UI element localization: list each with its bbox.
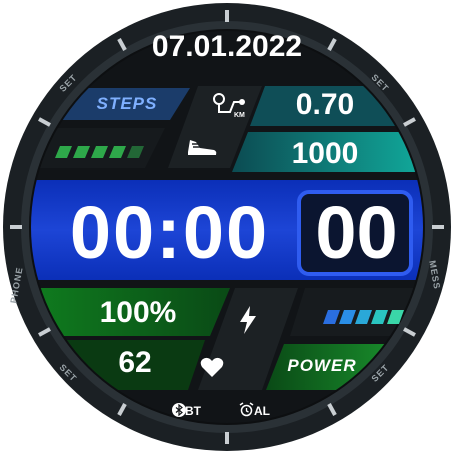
bluetooth-icon [172, 403, 186, 417]
battery-percent: 100% [99, 296, 177, 329]
alarm-icon [239, 402, 254, 417]
lightning-icon [240, 306, 256, 334]
shoe-icon [188, 140, 217, 155]
alarm-status: AL [254, 404, 270, 418]
distance-km-icon: KM [213, 93, 245, 118]
date-display: 07.01.2022 [151, 30, 303, 63]
time-hours-minutes: 00:00 [69, 191, 270, 274]
heart-rate-value: 62 [118, 346, 152, 379]
power-level-bar [323, 310, 404, 324]
power-label[interactable]: POWER [262, 356, 382, 376]
steps-label[interactable]: STEPS [78, 94, 176, 114]
heart-icon [200, 357, 224, 377]
steps-count: 1000 [291, 137, 359, 170]
distance-value: 0.70 [295, 88, 355, 121]
bluetooth-status: BT [185, 404, 201, 418]
svg-text:KM: KM [234, 112, 245, 118]
time-seconds: 00 [315, 191, 398, 274]
watch-face: KM SET SET SET SET PHONE MESS 07.01.2022… [0, 0, 454, 454]
